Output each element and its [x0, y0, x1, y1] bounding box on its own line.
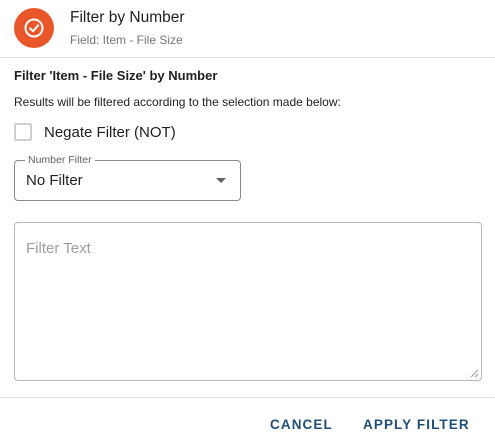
filter-text-input[interactable] — [15, 223, 481, 380]
negate-filter-label[interactable]: Negate Filter (NOT) — [44, 124, 176, 141]
dropdown-arrow-icon[interactable] — [216, 178, 226, 183]
header-divider — [0, 57, 495, 58]
section-title: Filter 'Item - File Size' by Number — [14, 68, 218, 83]
section-description: Results will be filtered according to th… — [14, 95, 341, 109]
number-filter-value[interactable]: No Filter — [26, 172, 83, 189]
filter-dialog: Filter by Number Field: Item - File Size… — [0, 0, 495, 448]
dialog-subtitle: Field: Item - File Size — [70, 33, 183, 47]
negate-filter-row[interactable]: Negate Filter (NOT) — [14, 122, 176, 142]
number-filter-label: Number Filter — [25, 154, 95, 166]
check-circle-icon — [14, 8, 54, 48]
number-filter-select[interactable]: Number Filter No Filter — [14, 154, 241, 201]
dialog-title: Filter by Number — [70, 9, 185, 26]
dialog-header: Filter by Number Field: Item - File Size — [0, 0, 495, 58]
footer-divider — [0, 397, 495, 398]
negate-filter-checkbox[interactable] — [14, 123, 32, 141]
resize-grip-icon[interactable] — [470, 369, 479, 378]
cancel-button[interactable]: CANCEL — [270, 414, 333, 434]
filter-text-container[interactable] — [14, 222, 482, 381]
apply-filter-button[interactable]: APPLY FILTER — [363, 414, 470, 434]
